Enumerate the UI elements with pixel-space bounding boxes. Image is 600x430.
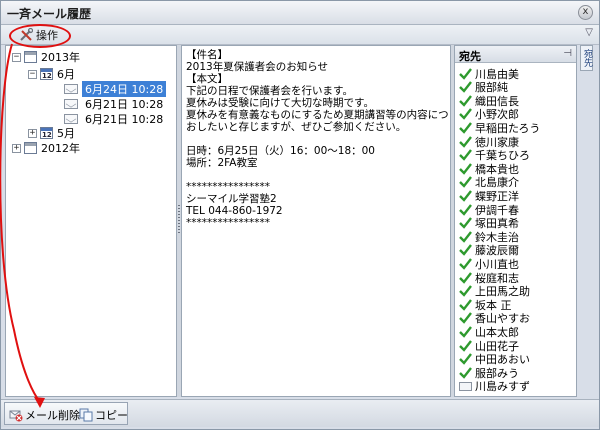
check-icon — [459, 298, 472, 311]
check-icon — [459, 162, 472, 175]
check-icon — [459, 258, 472, 270]
tree-node-may[interactable]: + 12 5月 — [28, 126, 75, 140]
tree-node-label: 5月 — [57, 127, 75, 140]
recipients-header: 宛先 ⊣ — [455, 46, 576, 63]
tree-node-label: 2013年 — [41, 51, 80, 64]
check-icon — [459, 135, 472, 148]
delete-mail-icon — [9, 410, 23, 422]
envelope-icon — [459, 381, 472, 391]
calendar-icon — [24, 142, 37, 154]
toolbar: 操作 ▽ — [1, 25, 599, 45]
check-icon — [459, 366, 472, 379]
delete-mail-button[interactable]: メール削除 — [9, 407, 80, 423]
content-panes: − 2013年 − 12 6月 6月24日 10:28 6月21日 10:28 … — [5, 45, 593, 397]
tree-node-label: 2012年 — [41, 142, 80, 155]
check-icon — [459, 244, 472, 257]
message-line: 日時：6月25日（火）16：00～18：00 — [186, 145, 375, 157]
check-icon — [459, 203, 472, 216]
message-line: **************** — [186, 181, 270, 193]
mail-history-window: 一斉メール履歴 x 操作 ▽ − 2013年 − 12 6月 6月24日 10:… — [0, 0, 600, 430]
check-icon — [459, 149, 472, 161]
expand-toggle[interactable]: + — [12, 143, 21, 153]
check-icon — [459, 122, 472, 134]
collapse-toggle-icon[interactable]: ▽ — [585, 27, 593, 38]
check-icon — [459, 217, 472, 229]
message-line: 場所：2FA教室 — [186, 157, 258, 169]
check-icon — [459, 176, 472, 189]
check-icon — [459, 190, 472, 202]
recipient-row[interactable]: 川島みすず — [459, 379, 530, 394]
envelope-icon — [64, 84, 78, 94]
calendar-icon: 12 — [40, 68, 53, 80]
side-tab-recipients[interactable]: 宛先 — [580, 45, 593, 71]
tree-node-2012[interactable]: + 2012年 — [12, 141, 80, 155]
copy-label: コピー — [95, 409, 128, 422]
tree-message-1[interactable]: 6月24日 10:28 — [64, 81, 167, 97]
copy-button[interactable]: コピー — [79, 407, 128, 423]
check-icon — [459, 81, 472, 93]
message-line: 下記の日程で保護者会を行います。 — [186, 85, 353, 97]
message-line: 【本文】 — [186, 73, 228, 85]
window-title: 一斉メール履歴 — [7, 7, 92, 21]
check-icon — [459, 353, 472, 365]
action-button-group: メール削除 コピー — [4, 402, 128, 425]
collapse-toggle[interactable]: − — [12, 52, 21, 62]
check-icon — [459, 230, 472, 243]
expand-toggle[interactable]: + — [28, 128, 37, 138]
pin-icon[interactable]: ⊣ — [563, 48, 572, 59]
message-body-pane: 【件名】 2013年夏保護者会のお知らせ 【本文】 下記の日程で保護者会を行いま… — [181, 45, 451, 397]
tree-message-3[interactable]: 6月21日 10:28 — [64, 112, 163, 126]
envelope-icon — [64, 114, 78, 124]
recipient-name: 川島みすず — [475, 380, 530, 394]
message-date-label: 6月24日 10:28 — [82, 81, 167, 97]
message-line: シーマイル学習塾2 — [186, 193, 277, 205]
message-date-label: 6月21日 10:28 — [85, 113, 164, 126]
annotation-highlight-oval — [9, 24, 71, 48]
message-line: 夏休みを有意義なものにするため夏期講習等の内容についてお知 — [186, 109, 450, 121]
tree-node-label: 6月 — [57, 68, 75, 81]
message-date-label: 6月21日 10:28 — [85, 98, 164, 111]
calendar-icon — [24, 51, 37, 63]
bottom-toolbar: メール削除 コピー — [1, 399, 599, 427]
message-line: **************** — [186, 217, 270, 229]
delete-mail-label: メール削除 — [25, 409, 80, 422]
message-line: TEL 044-860-1972 — [186, 205, 283, 217]
check-icon — [459, 94, 472, 107]
check-icon — [459, 285, 472, 297]
recipients-title: 宛先 — [459, 50, 481, 63]
tree-node-2013[interactable]: − 2013年 — [12, 50, 80, 64]
copy-icon — [79, 408, 93, 422]
message-line: 【件名】 — [186, 49, 228, 61]
check-icon — [459, 108, 472, 121]
close-icon[interactable]: x — [578, 5, 593, 20]
envelope-icon — [64, 99, 78, 109]
check-icon — [459, 312, 472, 325]
check-icon — [459, 271, 472, 284]
message-line: 2013年夏保護者会のお知らせ — [186, 61, 329, 73]
tree-node-june[interactable]: − 12 6月 — [28, 67, 75, 81]
message-line: おしたいと存じますが、ぜひご参加ください。 — [186, 121, 407, 133]
title-bar: 一斉メール履歴 x — [1, 1, 599, 25]
collapse-toggle[interactable]: − — [28, 69, 37, 79]
check-icon — [459, 339, 472, 352]
tree-message-2[interactable]: 6月21日 10:28 — [64, 97, 163, 111]
check-icon — [459, 67, 472, 80]
recipients-panel: 宛先 ⊣ 川島由美 服部純 織田信長 小野次郎 早稲田たろう 徳川家康 千葉ちひろ 橋本貴也北… — [454, 45, 577, 397]
history-tree: − 2013年 − 12 6月 6月24日 10:28 6月21日 10:28 … — [5, 45, 177, 397]
message-line: 夏休みは受験に向けて大切な時期です。 — [186, 97, 374, 109]
calendar-icon: 12 — [40, 127, 53, 139]
check-icon — [459, 326, 472, 338]
